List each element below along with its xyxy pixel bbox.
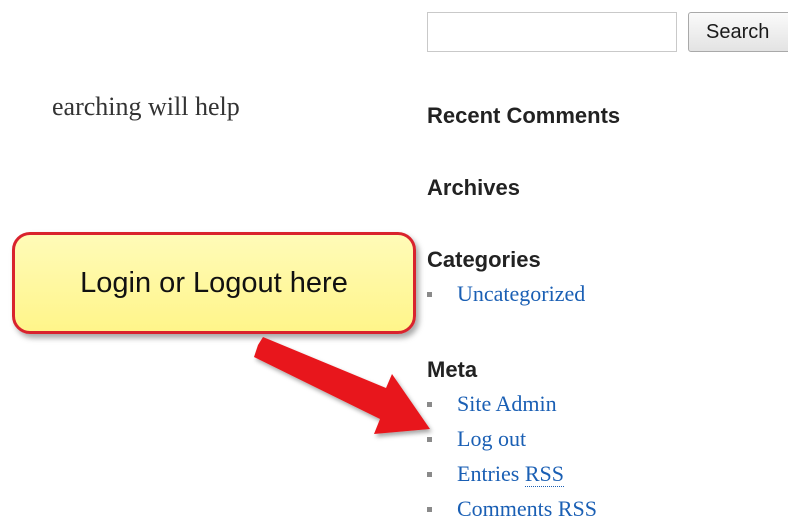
annotation-callout-text: Login or Logout here	[80, 266, 348, 299]
meta-title: Meta	[427, 357, 478, 382]
archives-title: Archives	[427, 175, 520, 200]
search-input[interactable]	[427, 12, 677, 52]
categories-list: Uncategorized	[427, 280, 585, 315]
meta-list: Site Admin Log out Entries RSS Comments …	[427, 390, 597, 530]
annotation-callout: Login or Logout here	[12, 232, 416, 334]
comments-rss-link[interactable]: Comments RSS	[457, 496, 597, 521]
list-item: Comments RSS	[427, 495, 597, 530]
log-out-link[interactable]: Log out	[457, 426, 526, 451]
bullet-icon	[427, 437, 432, 442]
entries-rss-label: Entries	[457, 461, 520, 486]
bullet-icon	[427, 472, 432, 477]
list-item: Entries RSS	[427, 460, 597, 495]
bullet-icon	[427, 402, 432, 407]
site-admin-link[interactable]: Site Admin	[457, 391, 557, 416]
bullet-icon	[427, 292, 432, 297]
list-item: Log out	[427, 425, 597, 460]
list-item: Uncategorized	[427, 280, 585, 315]
rss-abbr: RSS	[524, 461, 564, 487]
categories-title: Categories	[427, 247, 541, 272]
entries-rss-link[interactable]: Entries RSS	[457, 461, 564, 487]
category-link-uncategorized[interactable]: Uncategorized	[457, 281, 585, 306]
search-button[interactable]: Search	[688, 12, 788, 52]
content-text-fragment: earching will help	[52, 92, 240, 121]
arrow-shape	[254, 337, 430, 434]
recent-comments-title: Recent Comments	[427, 103, 621, 128]
bullet-icon	[427, 507, 432, 512]
list-item: Site Admin	[427, 390, 597, 425]
